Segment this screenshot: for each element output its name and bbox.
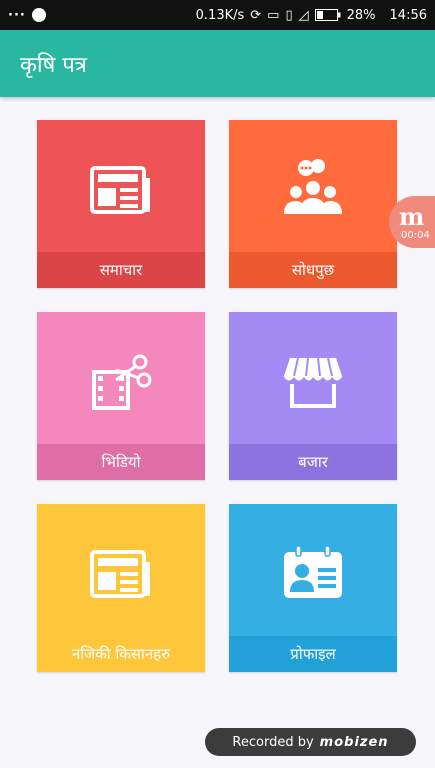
tile-market-label: बजार <box>229 444 397 480</box>
sync-icon: ⟳ <box>250 7 262 23</box>
recorded-by-watermark: Recorded by mobizen <box>205 728 416 756</box>
tile-news-label: समाचार <box>37 252 205 288</box>
tile-market[interactable]: बजार <box>229 312 397 480</box>
app-bar: कृषि पत्र <box>0 30 435 97</box>
mobizen-logo-letter: m <box>399 202 425 231</box>
profile-card-icon <box>284 545 342 598</box>
market-stall-icon <box>283 357 343 408</box>
tile-nearby-farmers[interactable]: नजिकी किसानहरु <box>37 504 205 672</box>
recorded-by-text: Recorded by <box>232 734 314 750</box>
status-bar: ··· 0.13K/s ⟳ ▭ ▯ ◿ 28% 14:56 <box>0 0 435 30</box>
newspaper-icon <box>90 550 150 598</box>
tile-video-label: भिडियो <box>37 444 205 480</box>
battery-icon <box>314 9 341 21</box>
notification-dots: ··· <box>8 7 26 23</box>
recording-timer: 00:04 <box>401 230 430 241</box>
clock: 14:56 <box>389 7 427 23</box>
newspaper-icon <box>90 166 150 214</box>
mobizen-brand: mobizen <box>319 734 389 750</box>
tile-inquiry[interactable]: सोधपुछ <box>229 120 397 288</box>
nfc-icon: ▭ <box>267 7 280 23</box>
video-edit-icon <box>92 354 152 410</box>
messenger-icon <box>31 8 46 22</box>
tile-nearby-farmers-label: नजिकी किसानहरु <box>37 636 205 672</box>
group-chat-icon <box>284 159 342 214</box>
vibrate-icon: ▯ <box>285 7 293 23</box>
signal-icon: ◿ <box>298 7 309 23</box>
tile-news[interactable]: समाचार <box>37 120 205 288</box>
tile-video[interactable]: भिडियो <box>37 312 205 480</box>
battery-percent: 28% <box>346 7 376 23</box>
network-speed: 0.13K/s <box>195 7 245 23</box>
tile-profile-label: प्रोफाइल <box>229 636 397 672</box>
mobizen-floating-button[interactable]: m 00:04 <box>389 196 435 248</box>
tile-inquiry-label: सोधपुछ <box>229 252 397 288</box>
tile-profile[interactable]: प्रोफाइल <box>229 504 397 672</box>
app-title: कृषि पत्र <box>20 52 87 78</box>
